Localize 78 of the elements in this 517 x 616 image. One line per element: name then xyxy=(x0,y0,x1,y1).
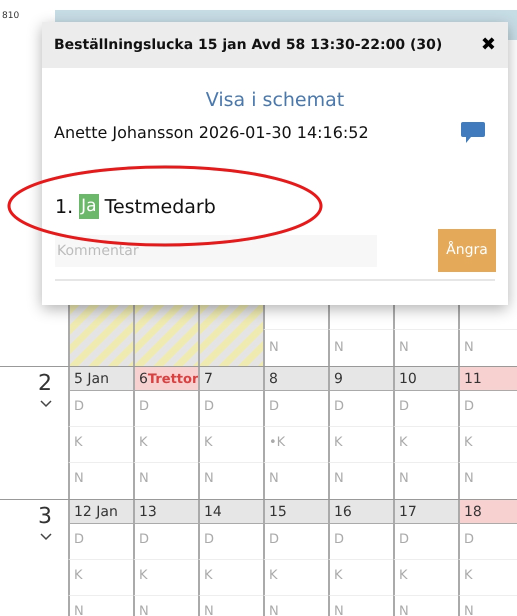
shift-label[interactable]: D xyxy=(399,399,410,414)
shift-label[interactable]: K xyxy=(464,435,473,450)
day-header: 8 xyxy=(263,367,328,391)
unavailable-cell xyxy=(198,305,263,366)
day-header: 11 xyxy=(458,367,517,391)
day-header: 7 xyxy=(198,367,263,391)
shift-label[interactable]: D xyxy=(204,399,214,414)
shift-label[interactable]: N xyxy=(334,471,344,486)
shift-label[interactable]: N xyxy=(74,471,84,486)
shift-label[interactable]: D xyxy=(74,399,84,414)
unavailable-cell xyxy=(133,305,198,366)
shift-label[interactable]: N xyxy=(334,340,344,355)
shift-label[interactable]: N xyxy=(464,340,474,355)
undo-button[interactable]: Ångra xyxy=(438,229,496,272)
shift-label[interactable]: N xyxy=(399,604,409,616)
shift-label[interactable]: D xyxy=(74,532,84,547)
shift-label[interactable]: K xyxy=(399,568,408,583)
shift-label[interactable]: N xyxy=(269,340,279,355)
shift-label[interactable]: N xyxy=(139,604,149,616)
show-in-schedule-link[interactable]: Visa i schemat xyxy=(206,86,344,114)
day-header: 13 xyxy=(133,500,198,524)
shift-label[interactable]: K xyxy=(334,435,343,450)
shift-label[interactable]: K xyxy=(74,568,83,583)
shift-label[interactable]: N xyxy=(464,604,474,616)
shift-label[interactable]: D xyxy=(399,532,410,547)
author-line: Anette Johansson 2026-01-30 14:16:52 xyxy=(54,122,369,144)
shift-label[interactable]: K xyxy=(464,568,473,583)
day-header: 6Trettor xyxy=(133,367,198,391)
shift-label[interactable]: D xyxy=(269,532,280,547)
day-header: 18 xyxy=(458,500,517,524)
shift-label[interactable]: N xyxy=(464,471,474,486)
comment-field[interactable]: Kommentar xyxy=(55,234,377,266)
shift-label[interactable]: N xyxy=(269,604,279,616)
shift-label[interactable]: N xyxy=(269,471,279,486)
shift-label[interactable]: N xyxy=(399,340,409,355)
shift-label[interactable]: K xyxy=(204,568,213,583)
shift-label[interactable]: N xyxy=(334,604,344,616)
shift-label[interactable]: N xyxy=(399,471,409,486)
unavailable-cell xyxy=(68,305,133,366)
shift-label[interactable]: D xyxy=(334,532,344,547)
week-number: 2 xyxy=(38,372,52,396)
shift-label[interactable]: K xyxy=(334,568,343,583)
chevron-down-icon[interactable] xyxy=(40,400,52,408)
shift-label[interactable]: K xyxy=(269,568,278,583)
shift-label[interactable]: D xyxy=(139,532,150,547)
shift-label[interactable]: K xyxy=(399,435,408,450)
shift-label[interactable]: D xyxy=(464,399,474,414)
comment-icon[interactable] xyxy=(460,120,486,144)
shift-label[interactable]: D xyxy=(204,532,214,547)
day-header: 9 xyxy=(328,367,393,391)
dialog-title: Beställningslucka 15 jan Avd 58 13:30-22:00 (30) xyxy=(54,36,442,54)
shift-label[interactable]: D xyxy=(269,399,280,414)
shift-label[interactable]: K xyxy=(139,568,148,583)
entry-name: Testmedarb xyxy=(104,194,216,220)
day-header: 17 xyxy=(393,500,458,524)
entry-index: 1. xyxy=(55,194,74,220)
day-header: 16 xyxy=(328,500,393,524)
shift-label[interactable]: K xyxy=(139,435,148,450)
shift-label[interactable]: D xyxy=(334,399,344,414)
shift-label[interactable]: N xyxy=(204,604,214,616)
shift-label[interactable]: N xyxy=(74,604,84,616)
day-header: 5 Jan xyxy=(68,367,133,391)
entry-badge: Ja xyxy=(79,194,99,220)
day-header: 15 xyxy=(263,500,328,524)
shift-label[interactable]: K xyxy=(74,435,83,450)
corner-label: 810 xyxy=(1,10,20,23)
shift-label[interactable]: K xyxy=(204,435,213,450)
shift-label[interactable]: D xyxy=(139,399,150,414)
chevron-down-icon[interactable] xyxy=(40,533,52,541)
shift-label[interactable]: N xyxy=(204,471,214,486)
shift-label[interactable]: D xyxy=(464,532,474,547)
day-header: 10 xyxy=(393,367,458,391)
close-button[interactable]: ✖ xyxy=(480,36,496,54)
day-header: 12 Jan xyxy=(68,500,133,524)
day-header: 14 xyxy=(198,500,263,524)
shift-label[interactable]: •K xyxy=(269,435,286,450)
week-number: 3 xyxy=(38,505,52,529)
shift-label[interactable]: N xyxy=(139,471,149,486)
